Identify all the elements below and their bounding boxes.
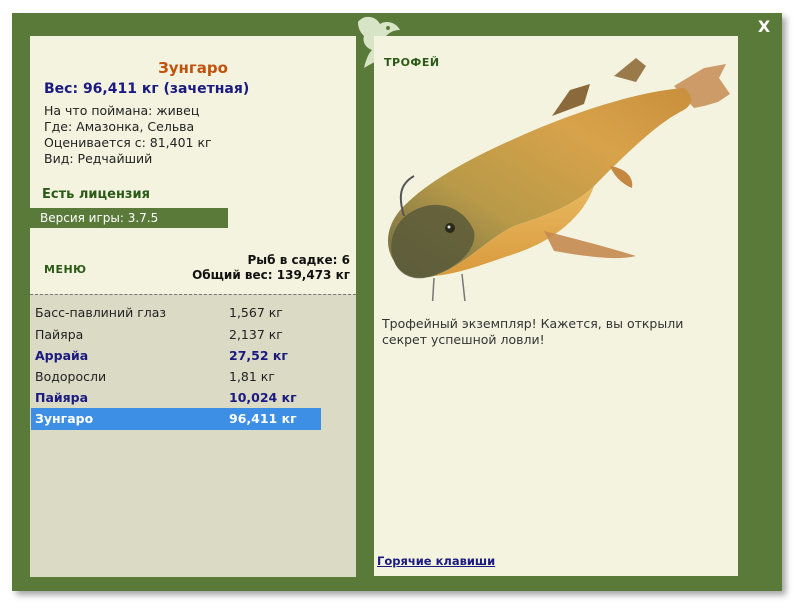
keepnet-count: Рыб в садке: 6 — [247, 253, 351, 267]
catch-list: Басс-павлиний глаз 1,567 кг Пайяра 2,137… — [30, 294, 356, 577]
fish-image — [388, 58, 730, 301]
fish-details: Зунгаро Вес: 96,411 кг (зачетная) На что… — [30, 36, 356, 294]
list-item[interactable]: Басс-павлиний глаз 1,567 кг — [31, 302, 321, 324]
catch-weight: 10,024 кг — [229, 390, 297, 405]
catch-name: Пайяра — [35, 390, 89, 405]
catch-name: Аррайа — [35, 348, 89, 363]
list-item[interactable]: Аррайа 27,52 кг — [31, 345, 321, 367]
list-item[interactable]: Пайяра 10,024 кг — [31, 387, 321, 409]
fish-title: Зунгаро — [158, 59, 228, 77]
catch-name: Пайяра — [35, 327, 84, 342]
list-item[interactable]: Водоросли 1,81 кг — [31, 366, 321, 388]
catch-name: Водоросли — [35, 369, 107, 384]
catch-weight: 1,567 кг — [229, 305, 283, 320]
fish-weight: Вес: 96,411 кг (зачетная) — [44, 81, 250, 97]
license-status: Есть лицензия — [42, 187, 150, 202]
menu-button[interactable]: МЕНЮ — [44, 263, 87, 276]
catch-name: Басс-павлиний глаз — [35, 305, 167, 320]
game-version-bar: Версия игры: 3.7.5 — [30, 208, 228, 228]
close-icon: X — [757, 17, 771, 36]
close-button[interactable]: X — [756, 18, 772, 36]
list-item[interactable]: Пайяра 2,137 кг — [31, 324, 321, 346]
keepnet-total-weight: Общий вес: 139,473 кг — [192, 268, 350, 282]
hotkeys-link[interactable]: Горячие клавиши — [377, 554, 495, 568]
trophy-description: Трофейный экземпляр! Кажется, вы открыли… — [382, 316, 684, 347]
catch-name: Зунгаро — [35, 411, 94, 426]
catch-weight: 2,137 кг — [229, 327, 283, 342]
trophy-panel: ТРОФЕЙ Трофейный экземпляр! Кажется, вы … — [374, 36, 738, 576]
location-info: Где: Амазонка, Сельва — [44, 119, 195, 134]
catch-weight: 1,81 кг — [229, 369, 275, 384]
fish-info-panel: Зунгаро Вес: 96,411 кг (зачетная) На что… — [30, 36, 356, 577]
valuation-info: Оценивается с: 81,401 кг — [44, 135, 212, 150]
catch-weight: 96,411 кг — [229, 411, 297, 426]
keepnet-stats: Рыб в садке: 6 Общий вес: 139,473 кг — [192, 253, 350, 283]
list-item-selected[interactable]: Зунгаро 96,411 кг — [31, 408, 321, 430]
catch-weight: 27,52 кг — [229, 348, 288, 363]
bait-info: На что поймана: живец — [44, 103, 200, 118]
rarity-info: Вид: Редчайший — [44, 151, 153, 166]
